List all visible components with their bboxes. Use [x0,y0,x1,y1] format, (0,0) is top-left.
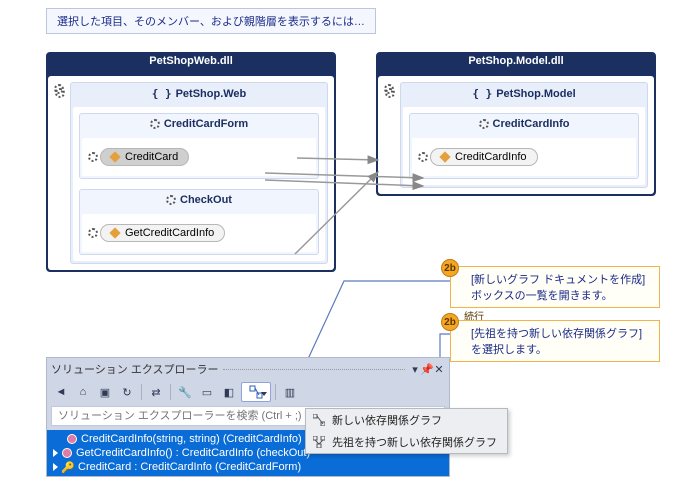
assembly-title: PetShop.Model.dll [376,55,656,67]
sync-icon[interactable]: ▣ [95,382,115,402]
close-icon[interactable]: ✕ [433,359,445,379]
member-getcreditcardinfo[interactable]: GetCreditCardInfo [100,224,225,242]
refresh-icon [383,86,397,100]
menu-item-new-graph-ancestors[interactable]: 先祖を持つ新しい依存関係グラフ [306,431,507,453]
view-icon[interactable]: ▥ [280,382,300,402]
class-title: CheckOut [80,194,318,208]
expand-icon[interactable] [53,449,58,457]
home-icon[interactable]: ⌂ [73,382,93,402]
preview-icon[interactable]: ◧ [219,382,239,402]
namespace-title: { }PetShop.Web [71,87,327,100]
graph-dropdown-menu: 新しい依存関係グラフ 先祖を持つ新しい依存関係グラフ [305,408,508,454]
back-icon[interactable]: ◄ [51,382,71,402]
graph-icon [312,413,326,427]
panel-title: ソリューション エクスプローラー [51,361,219,377]
properties-icon[interactable]: 🔧 [175,382,195,402]
graph-ancestors-icon [312,435,326,449]
show-all-icon[interactable]: ▭ [197,382,217,402]
step-badge: 2b [441,259,459,277]
class-checkout: CheckOut GetCreditCardInfo [79,189,319,255]
namespace-title: { }PetShop.Model [401,87,647,100]
class-title: CreditCardInfo [410,118,638,132]
class-creditcardinfo: CreditCardInfo CreditCardInfo [409,113,639,179]
method-icon [439,151,450,162]
refresh-icon [53,86,67,100]
instruction-hint: 選択した項目、そのメンバー、および親階層を表示するには… [46,8,376,34]
member-creditcard[interactable]: CreditCard [100,148,189,166]
refresh-icon [86,150,100,164]
assembly-title: PetShopWeb.dll [46,55,336,67]
refresh-icon [86,226,100,240]
new-graph-button[interactable] [241,382,271,402]
refresh-icon [416,150,430,164]
expand-icon[interactable] [53,463,58,471]
method-icon [109,227,120,238]
pin-icon[interactable]: 📌 [421,359,433,379]
member-creditcardinfo[interactable]: CreditCardInfo [430,148,538,166]
class-creditcardform: CreditCardForm CreditCard [79,113,319,179]
callout-open-graph-menu: 2b [新しいグラフ ドキュメントを作成] ボックスの一覧を開きます。 [450,266,660,308]
property-icon [109,151,120,162]
refresh-icon[interactable]: ↻ [117,382,137,402]
collapse-icon[interactable]: ⇄ [146,382,166,402]
method-icon [67,434,77,444]
class-title: CreditCardForm [80,118,318,132]
tree-item[interactable]: 🔑 CreditCard : CreditCardInfo (CreditCar… [47,460,449,474]
assembly-petshopweb: PetShopWeb.dll { }PetShop.Web CreditCard… [46,52,336,272]
method-icon [62,448,72,458]
menu-item-new-graph[interactable]: 新しい依存関係グラフ [306,409,507,431]
step-badge: 2b [441,313,459,331]
assembly-petshopmodel: PetShop.Model.dll { }PetShop.Model Credi… [376,52,656,196]
property-icon: 🔑 [62,461,74,473]
solution-explorer-toolbar: ◄ ⌂ ▣ ↻ ⇄ 🔧 ▭ ◧ ▥ [47,380,449,404]
callout-select-ancestors: 2b [先祖を持つ新しい依存関係グラフ] を選択します。 [450,320,660,362]
